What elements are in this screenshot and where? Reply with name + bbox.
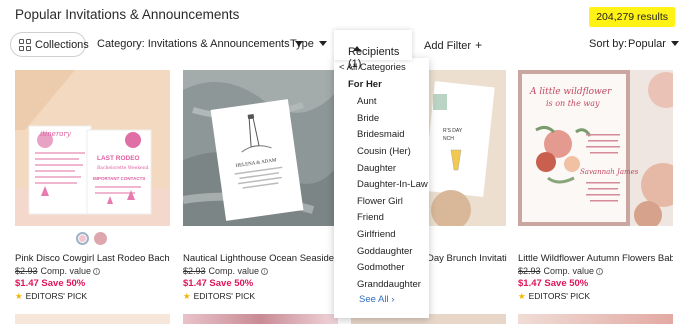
collections-label: Collections (35, 38, 89, 51)
comp-value: Comp. value (208, 266, 260, 276)
info-icon[interactable]: i (261, 268, 269, 276)
option-friend[interactable]: Friend (357, 212, 384, 223)
star-icon: ★ (518, 291, 526, 301)
svg-text:Bachelorette Weekend: Bachelorette Weekend (97, 165, 149, 171)
info-icon[interactable]: i (596, 268, 604, 276)
svg-text:A little wildflower: A little wildflower (529, 87, 612, 97)
option-godmother[interactable]: Godmother (357, 262, 405, 273)
sort-value: Popular (628, 38, 666, 50)
comp-value: Comp. value (543, 266, 595, 276)
page-title: Popular Invitations & Announcements (15, 7, 240, 22)
collections-button[interactable]: Collections (10, 32, 89, 57)
option-girlfriend[interactable]: Girlfriend (357, 229, 396, 240)
add-filter-button[interactable]: Add Filter + (424, 38, 482, 52)
svg-text:is on the way: is on the way (546, 99, 600, 108)
color-swatches (76, 232, 107, 245)
dropdown-heading: For Her (348, 79, 382, 90)
svg-text:LAST RODEO: LAST RODEO (97, 155, 140, 162)
old-price: $2.93 (183, 266, 206, 276)
old-price: $2.93 (15, 266, 38, 276)
svg-text:NCH: NCH (443, 136, 454, 142)
category-filter-label: Category: Invitations & Announcements (97, 38, 290, 50)
product-sale-price: $1.47 Save 50% (183, 278, 254, 289)
editors-pick-label: EDITORS' PICK (25, 291, 88, 301)
product-old-price: $2.93 Comp. value i (518, 266, 604, 276)
plus-icon: + (475, 38, 483, 52)
comp-value: Comp. value (40, 266, 92, 276)
option-flower-girl[interactable]: Flower Girl (357, 196, 403, 207)
sort-label: Sort by: (589, 38, 627, 50)
star-icon: ★ (183, 291, 191, 301)
product-old-price: $2.93 Comp. value i (183, 266, 269, 276)
editors-pick-label: EDITORS' PICK (193, 291, 256, 301)
editors-pick-label: EDITORS' PICK (528, 291, 591, 301)
product-sale-price: $1.47 Save 50% (518, 278, 589, 289)
product-title[interactable]: Little Wildflower Autumn Flowers Baby S… (518, 253, 673, 264)
product-image-partial[interactable] (518, 314, 673, 324)
see-all-link[interactable]: See All › (359, 294, 394, 305)
grid-icon (19, 38, 31, 51)
chevron-right-icon: › (391, 294, 395, 305)
product-image[interactable]: A little wildflower is on the way Savann… (518, 70, 673, 226)
swatch-light-pink[interactable] (76, 232, 89, 245)
product-image[interactable]: HELENA & ADAM (183, 70, 338, 226)
product-title[interactable]: Day Brunch Invitatio… (427, 253, 507, 264)
see-all-label: See All (359, 294, 389, 305)
type-filter[interactable]: Type (290, 38, 327, 50)
option-daughter[interactable]: Daughter (357, 163, 396, 174)
add-filter-label: Add Filter (424, 40, 472, 52)
recipients-filter[interactable]: Recipients (1) (334, 30, 412, 70)
old-price: $2.93 (518, 266, 541, 276)
caret-down-icon (318, 40, 327, 46)
svg-text:itinerary: itinerary (40, 130, 72, 138)
product-title[interactable]: Nautical Lighthouse Ocean Seaside Reh… (183, 253, 338, 264)
product-old-price: $2.93 Comp. value i (15, 266, 101, 276)
option-goddaughter[interactable]: Goddaughter (357, 246, 412, 257)
option-bride[interactable]: Bride (357, 113, 379, 124)
star-icon: ★ (15, 291, 23, 301)
option-granddaughter[interactable]: Granddaughter (357, 279, 421, 290)
product-image[interactable]: itinerary LAST RODEO Bachelorette Weeken… (15, 70, 170, 226)
product-image-partial[interactable] (15, 314, 170, 324)
caret-down-icon (670, 40, 679, 46)
editors-pick-badge: ★ EDITORS' PICK (183, 291, 255, 302)
swatch-dusty-pink[interactable] (94, 232, 107, 245)
recipients-dropdown: < All Categories For Her Aunt Bride Brid… (334, 58, 429, 318)
option-cousin-her[interactable]: Cousin (Her) (357, 146, 411, 157)
option-bridesmaid[interactable]: Bridesmaid (357, 129, 405, 140)
product-image-partial[interactable] (183, 314, 338, 324)
svg-text:IMPORTANT CONTACTS: IMPORTANT CONTACTS (93, 176, 145, 181)
option-aunt[interactable]: Aunt (357, 96, 377, 107)
results-count-badge: 204,279 results (589, 7, 675, 27)
product-sale-price: $1.47 Save 50% (15, 278, 86, 289)
svg-text:Savannah James: Savannah James (580, 168, 639, 176)
option-daughter-in-law[interactable]: Daughter-In-Law (357, 179, 428, 190)
caret-up-icon (353, 46, 361, 51)
info-icon[interactable]: i (93, 268, 101, 276)
category-filter[interactable]: Category: Invitations & Announcements (97, 38, 303, 50)
type-filter-label: Type (290, 38, 314, 50)
editors-pick-badge: ★ EDITORS' PICK (15, 291, 87, 302)
sort-select[interactable]: Popular (628, 38, 679, 50)
svg-text:R'S DAY: R'S DAY (443, 128, 463, 134)
editors-pick-badge: ★ EDITORS' PICK (518, 291, 590, 302)
product-title[interactable]: Pink Disco Cowgirl Last Rodeo Bachelor… (15, 253, 170, 264)
